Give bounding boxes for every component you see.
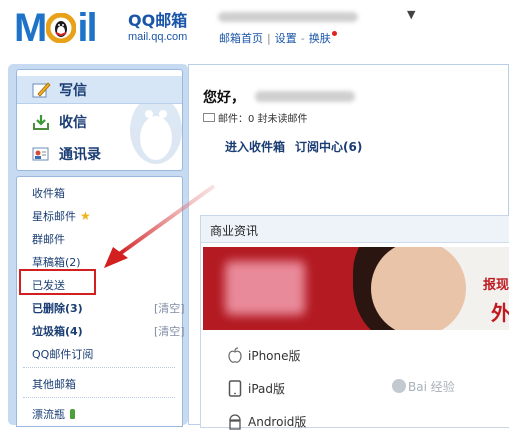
watermark-text: Bai 经验 <box>408 380 455 394</box>
annotation-arrow <box>104 184 216 268</box>
baidu-watermark: Bai 经验 <box>392 378 455 395</box>
baidu-paw-icon <box>392 379 406 393</box>
